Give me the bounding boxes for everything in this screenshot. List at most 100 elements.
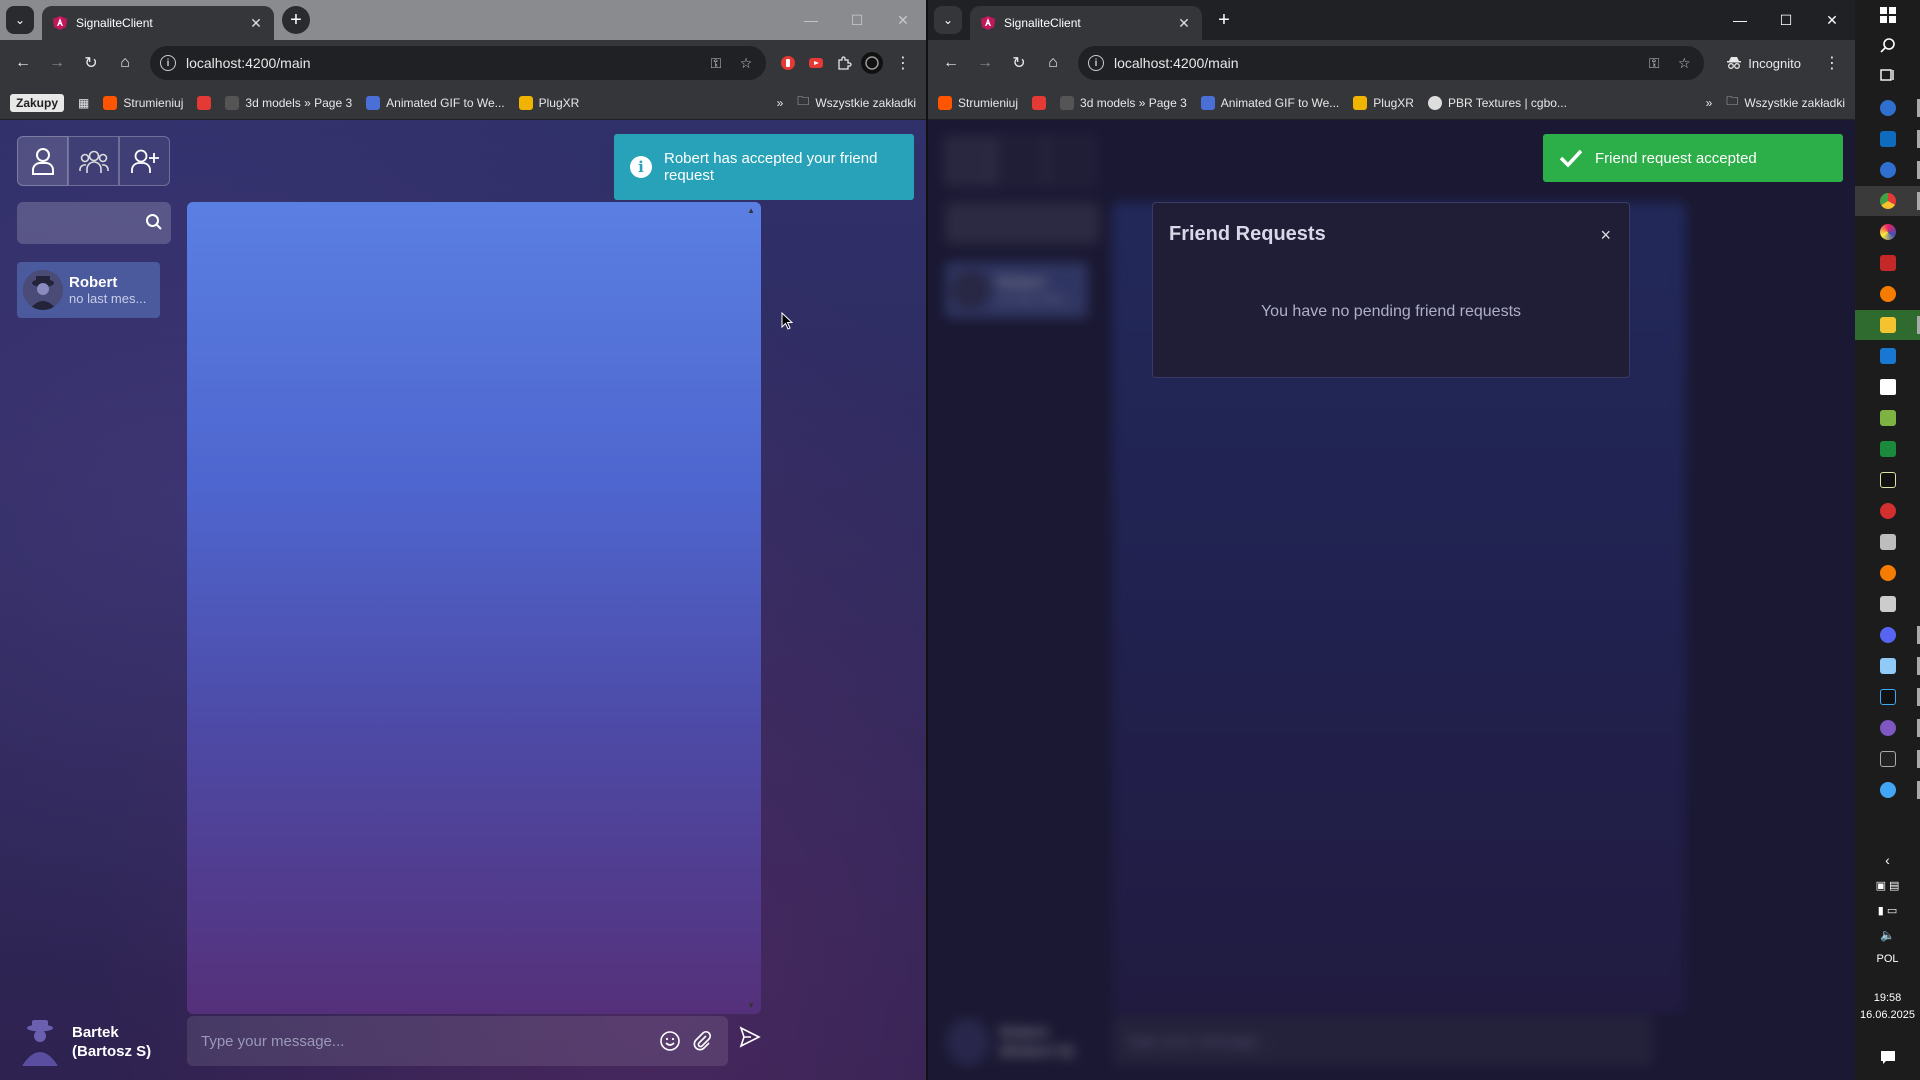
forward-button[interactable]: → <box>970 48 1000 78</box>
bookmark-zakupy[interactable]: Zakupy <box>10 93 65 112</box>
tab-signalite[interactable]: SignaliteClient ✕ <box>42 6 274 40</box>
task-view-icon[interactable] <box>1855 60 1920 90</box>
bookmark-star-icon[interactable]: ☆ <box>1674 55 1694 72</box>
extensions-puzzle-icon[interactable] <box>832 51 856 75</box>
unity-icon[interactable] <box>1855 589 1920 619</box>
site-info-icon[interactable]: i <box>160 55 176 71</box>
bookmark-animated-gif[interactable]: Animated GIF to We... <box>366 95 505 110</box>
tab-add-friend[interactable] <box>119 136 170 186</box>
bookmark-plugxr[interactable]: PlugXR <box>518 95 579 110</box>
search-taskbar-icon[interactable] <box>1855 30 1920 60</box>
home-button[interactable]: ⌂ <box>1038 48 1068 78</box>
extension-red-icon[interactable] <box>776 51 800 75</box>
tab-friends[interactable] <box>17 136 68 186</box>
outlook-icon[interactable] <box>1855 124 1920 154</box>
bookmark-strumieniuj[interactable]: Strumieniuj <box>103 95 183 110</box>
tab-search-button[interactable]: ⌄ <box>934 6 962 34</box>
friend-search-input[interactable] <box>17 202 171 244</box>
volume-icon[interactable]: 🔈 <box>1855 920 1920 950</box>
bookmark-3d-models[interactable]: 3d models » Page 3 <box>1060 95 1187 110</box>
clock-date[interactable]: 16.06.2025 <box>1855 1009 1920 1021</box>
all-bookmarks-folder[interactable]: 🗀 Wszystkie zakładki <box>1726 92 1845 113</box>
app-icon-4[interactable] <box>1855 248 1920 278</box>
clock-time[interactable]: 19:58 <box>1855 992 1920 1004</box>
close-window-button[interactable]: ✕ <box>880 0 926 40</box>
tab-close-icon[interactable]: ✕ <box>248 15 264 31</box>
home-button[interactable]: ⌂ <box>110 48 140 78</box>
minimize-button[interactable]: — <box>788 0 834 40</box>
app-icon-6[interactable] <box>1855 527 1920 557</box>
reload-button[interactable]: ↻ <box>1004 48 1034 78</box>
bookmark-youtube[interactable] <box>197 95 212 110</box>
new-tab-button[interactable]: + <box>1210 6 1238 34</box>
all-bookmarks-folder[interactable]: 🗀 Wszystkie zakładki <box>797 92 916 113</box>
message-input[interactable] <box>201 1032 650 1050</box>
excel-icon[interactable] <box>1855 434 1920 464</box>
start-button[interactable] <box>1855 0 1920 30</box>
success-toast[interactable]: Friend request accepted <box>1543 134 1843 182</box>
browser-menu-icon[interactable]: ⋮ <box>1817 48 1847 78</box>
bookmark-3d-models[interactable]: 3d models » Page 3 <box>225 95 352 110</box>
address-bar[interactable]: i localhost:4200/main ⚿ ☆ <box>1078 46 1705 80</box>
maximize-button[interactable]: ☐ <box>1763 0 1809 40</box>
bookmark-pbr-textures[interactable]: PBR Textures | cgbo... <box>1427 95 1567 110</box>
forward-button[interactable]: → <box>42 48 72 78</box>
apps-grid-icon[interactable]: ▦ <box>78 96 89 110</box>
chat-messages-panel[interactable]: ▲ ▼ <box>187 202 761 1014</box>
box-app-icon[interactable] <box>1855 372 1920 402</box>
back-button[interactable]: ← <box>936 48 966 78</box>
minimize-button[interactable]: — <box>1717 0 1763 40</box>
scroll-up-arrow-icon[interactable]: ▲ <box>747 206 755 215</box>
bookmark-star-icon[interactable]: ☆ <box>736 55 756 72</box>
firefox-icon[interactable] <box>1855 279 1920 309</box>
extension-youtube-icon[interactable] <box>804 51 828 75</box>
attachment-icon[interactable] <box>690 1029 714 1053</box>
maximize-button[interactable]: ☐ <box>834 0 880 40</box>
tab-signalite[interactable]: SignaliteClient ✕ <box>970 6 1202 40</box>
file-explorer-icon[interactable] <box>1855 310 1920 340</box>
reload-button[interactable]: ↻ <box>76 48 106 78</box>
language-indicator[interactable]: POL <box>1855 953 1920 965</box>
back-button[interactable]: ← <box>8 48 38 78</box>
discord-icon[interactable] <box>1855 620 1920 650</box>
profile-avatar-icon[interactable] <box>860 51 884 75</box>
bookmark-animated-gif[interactable]: Animated GIF to We... <box>1200 95 1339 110</box>
contact-item-robert[interactable]: Robert no last mes... <box>17 262 160 318</box>
opera-icon[interactable] <box>1855 496 1920 526</box>
address-bar[interactable]: i localhost:4200/main ⚿ ☆ <box>150 46 766 80</box>
password-key-icon[interactable]: ⚿ <box>1644 55 1664 72</box>
app-icon-1[interactable] <box>1855 93 1920 123</box>
emoji-icon[interactable] <box>658 1029 682 1053</box>
bookmark-plugxr[interactable]: PlugXR <box>1353 95 1414 110</box>
new-tab-button[interactable]: + <box>282 6 310 34</box>
more-bookmarks-icon[interactable]: » <box>1706 96 1713 110</box>
bookmark-strumieniuj[interactable]: Strumieniuj <box>938 95 1018 110</box>
pycharm-icon[interactable] <box>1855 465 1920 495</box>
github-desktop-icon[interactable] <box>1855 713 1920 743</box>
notepad-icon[interactable] <box>1855 341 1920 371</box>
chrome-icon[interactable] <box>1855 186 1920 216</box>
send-icon[interactable] <box>738 1025 762 1052</box>
bookmark-youtube[interactable] <box>1032 95 1047 110</box>
app-icon-2[interactable] <box>1855 155 1920 185</box>
tab-close-icon[interactable]: ✕ <box>1176 15 1192 31</box>
close-window-button[interactable]: ✕ <box>1809 0 1855 40</box>
app-icon-5[interactable] <box>1855 403 1920 433</box>
app-icon-7[interactable] <box>1855 651 1920 681</box>
site-info-icon[interactable]: i <box>1088 55 1104 71</box>
notifications-icon[interactable] <box>1855 1042 1920 1072</box>
incognito-indicator[interactable]: Incognito <box>1714 48 1813 78</box>
info-toast[interactable]: i Robert has accepted your friend reques… <box>614 134 914 200</box>
tab-groups[interactable] <box>68 136 119 186</box>
app-icon-3[interactable] <box>1855 217 1920 247</box>
scroll-down-arrow-icon[interactable]: ▼ <box>747 1001 755 1010</box>
app-icon-8[interactable] <box>1855 775 1920 805</box>
password-key-icon[interactable]: ⚿ <box>706 55 726 72</box>
tab-search-button[interactable]: ⌄ <box>6 6 34 34</box>
blender-icon[interactable] <box>1855 558 1920 588</box>
more-bookmarks-icon[interactable]: » <box>777 96 784 110</box>
terminal-icon[interactable] <box>1855 744 1920 774</box>
modal-close-icon[interactable]: × <box>1600 225 1611 246</box>
browser-menu-icon[interactable]: ⋮ <box>888 48 918 78</box>
webstorm-icon[interactable] <box>1855 682 1920 712</box>
